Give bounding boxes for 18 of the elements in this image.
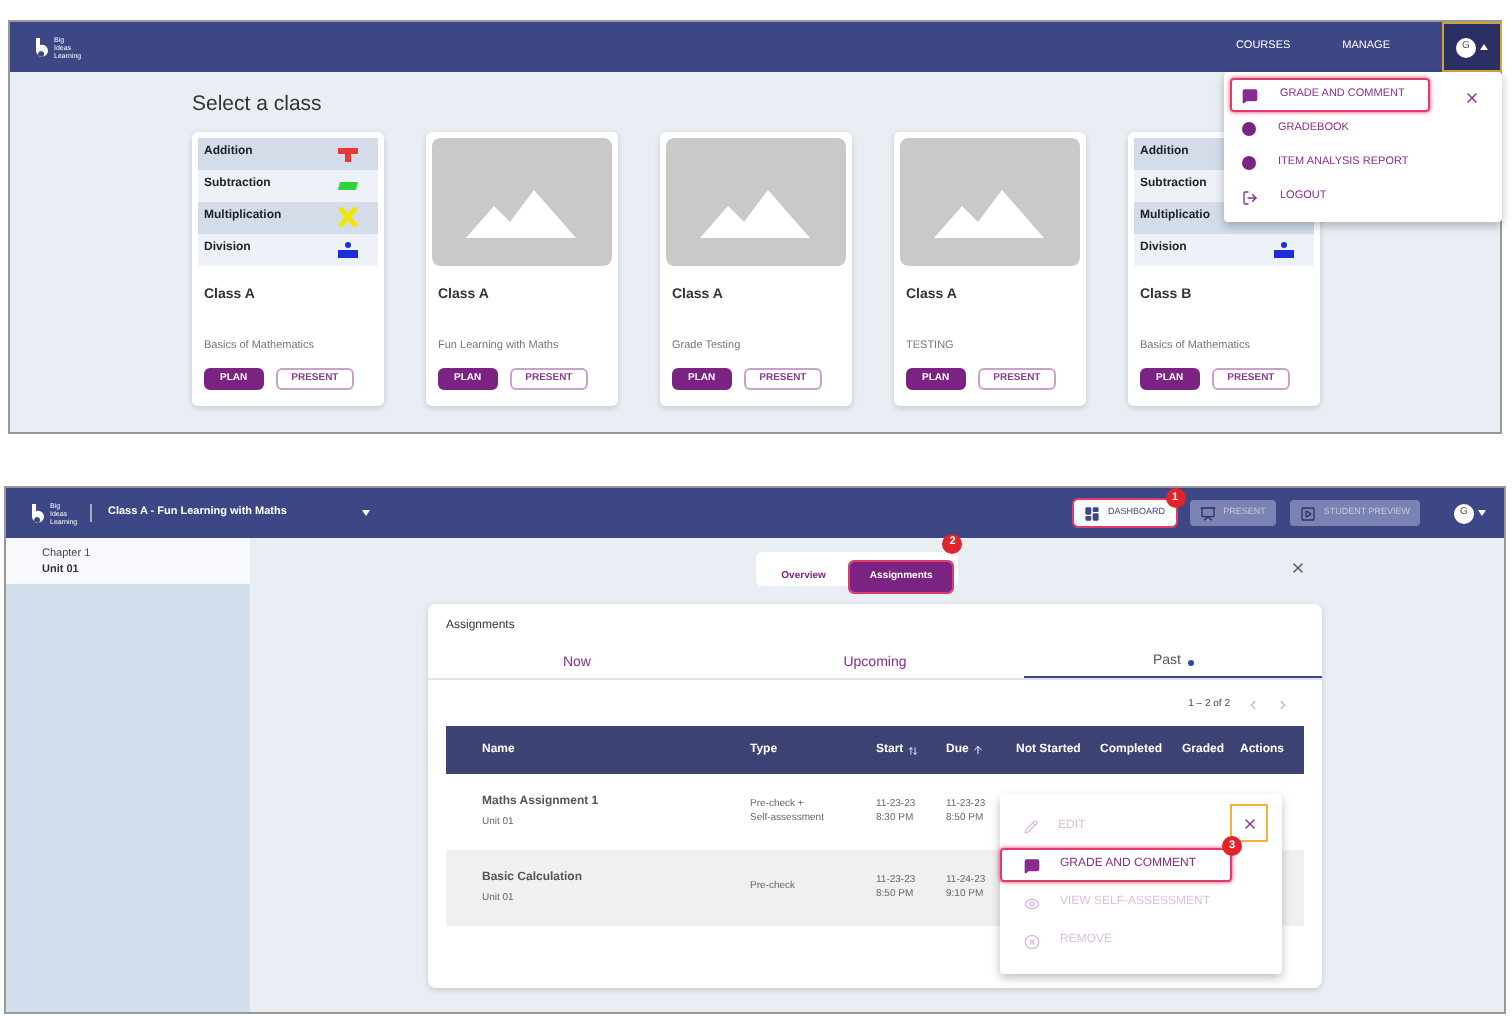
page-heading: Select a class [192,90,322,120]
logo-icon [34,37,50,57]
logout-icon [1242,189,1258,205]
dashboard-icon [1084,505,1101,521]
comment-icon [1024,857,1040,873]
play-icon [1299,505,1316,521]
presenter-icon [1199,505,1216,521]
remove-icon [1024,933,1040,949]
caret-icon[interactable] [362,510,371,516]
eye-icon [1024,895,1040,911]
close-icon [1241,815,1257,831]
logo-icon [30,503,46,523]
close-icon[interactable] [1464,90,1480,106]
caret-icon [1480,44,1488,50]
caret-icon [1478,510,1486,516]
pencil-icon [1024,820,1038,834]
comment-icon [1242,87,1258,103]
close-icon[interactable] [1290,560,1306,576]
